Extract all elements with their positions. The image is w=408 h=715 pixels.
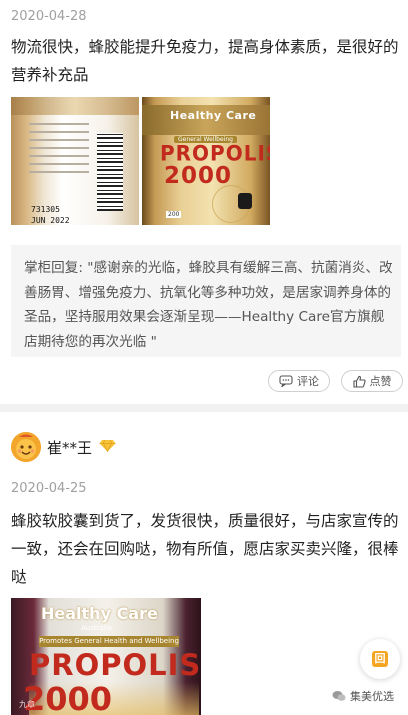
comment-label: 评论: [297, 375, 319, 388]
review-date: 2020-04-25: [11, 481, 87, 496]
comment-button[interactable]: 评论: [268, 370, 330, 392]
expiry-date: JUN 2022: [31, 216, 70, 225]
floating-button-icon: 回: [372, 651, 388, 667]
reviewer-name[interactable]: 崔**王: [47, 437, 92, 458]
bottle-cap-band: [11, 97, 139, 115]
avatar[interactable]: [11, 432, 41, 462]
review-photo-1[interactable]: 731305 JUN 2022: [11, 97, 139, 225]
review-photo-2[interactable]: Healthy Care General Wellbeing PROPOLIS …: [142, 97, 270, 225]
merchant-reply: 掌柜回复: "感谢亲的光临，蜂胶具有缓解三高、抗菌消炎、改善肠胃、增强免疫力、抗…: [11, 245, 401, 357]
photo-watermark: 九章: [19, 700, 35, 709]
capsule-count: 200: [166, 211, 182, 218]
review-photo-3[interactable]: Healthy Care Australia Promotes General …: [11, 598, 201, 715]
barcode-icon: [97, 133, 123, 211]
review-text: 物流很快，蜂胶能提升免疫力，提高身体素质，是很好的营养补充品: [11, 38, 399, 84]
section-divider: [0, 404, 408, 412]
promo-band: Promotes General Health and Wellbeing: [39, 636, 179, 647]
batch-info: 731305 JUN 2022: [31, 204, 70, 225]
product-strength: 2000: [23, 680, 113, 715]
smiley-avatar-icon: [11, 432, 41, 462]
wechat-icon: [332, 691, 346, 701]
merchant-reply-text: 掌柜回复: "感谢亲的光临，蜂胶具有缓解三高、抗菌消炎、改善肠胃、增强免疫力、抗…: [24, 260, 393, 350]
brand-logo: Healthy Care: [170, 109, 257, 122]
product-name: PROPOLIS: [160, 140, 270, 166]
brand-logo: Healthy Care: [41, 604, 158, 623]
australia-map-icon: [238, 193, 252, 209]
product-strength: 2000: [164, 163, 233, 189]
thumbs-up-icon: [352, 375, 366, 388]
review-text: 蜂胶软胶囊到货了，发货很快，质量很好，与店家宣传的一致，还会在回购哒，物有所值，…: [11, 512, 399, 586]
review-date: 2020-04-28: [11, 9, 87, 24]
product-name: PROPOLIS: [29, 648, 201, 682]
like-label: 点赞: [369, 375, 392, 388]
label-text-lines: [29, 123, 89, 179]
diamond-vip-icon: [99, 439, 116, 452]
account-watermark: 集美优选: [332, 688, 394, 704]
batch-number: 731305: [31, 205, 60, 214]
like-button[interactable]: 点赞: [341, 370, 403, 392]
floating-action-button[interactable]: 回: [360, 639, 400, 679]
watermark-text: 集美优选: [350, 690, 394, 703]
comment-icon: [279, 375, 293, 387]
brand-country: Australia: [81, 624, 112, 632]
